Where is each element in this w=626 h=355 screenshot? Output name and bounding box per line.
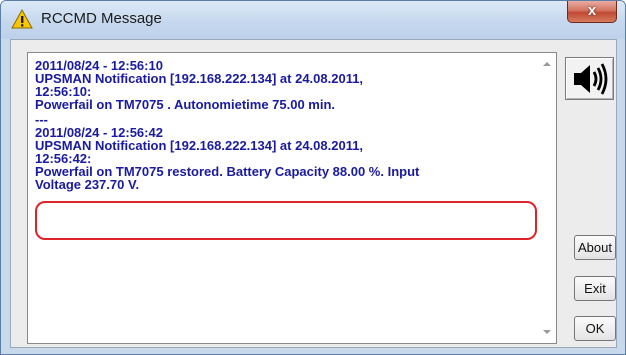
exit-button[interactable]: Exit: [574, 276, 616, 301]
title-bar[interactable]: RCCMD Message x: [1, 1, 625, 39]
message-line: Powerfail on TM7075 . Autonomietime 75.0…: [35, 97, 336, 112]
message-line: UPSMAN Notification [192.168.222.134] at…: [35, 138, 364, 153]
message-log[interactable]: 2011/08/24 - 12:56:10 UPSMAN Notificatio…: [27, 52, 557, 344]
close-button[interactable]: x: [567, 1, 617, 23]
highlight-annotation: [35, 201, 537, 240]
vertical-scrollbar[interactable]: [539, 53, 556, 343]
warning-icon: [11, 9, 33, 29]
dialog-client-area: 2011/08/24 - 12:56:10 UPSMAN Notificatio…: [10, 39, 617, 348]
sound-button[interactable]: [565, 57, 614, 100]
window-title: RCCMD Message: [41, 10, 162, 27]
message-text: 2011/08/24 - 12:56:10 UPSMAN Notificatio…: [35, 59, 537, 240]
highlighted-message-line: Voltage 237.70 V.: [35, 177, 140, 192]
speaker-icon: [574, 63, 608, 95]
rccmd-message-window: RCCMD Message x 2011/08/24 - 12:56:10 UP…: [0, 0, 626, 355]
ok-button[interactable]: OK: [574, 316, 616, 341]
scroll-up-arrow-icon[interactable]: [543, 62, 551, 66]
close-icon: x: [587, 2, 597, 19]
scroll-down-arrow-icon[interactable]: [543, 330, 551, 334]
message-line: UPSMAN Notification [192.168.222.134] at…: [35, 71, 364, 86]
about-button[interactable]: About: [574, 235, 616, 260]
